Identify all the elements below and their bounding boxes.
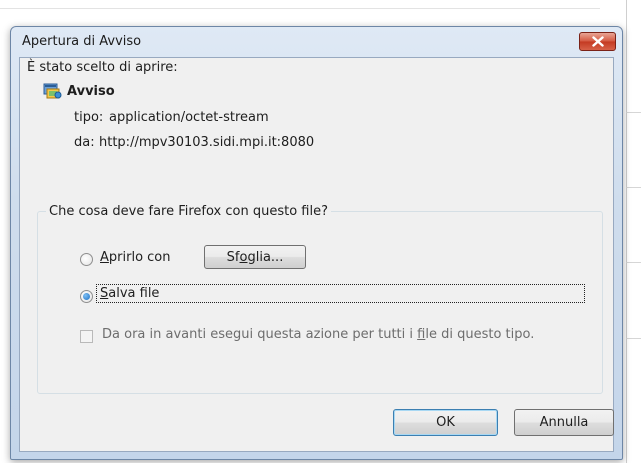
focus-rectangle [96, 284, 585, 303]
remember-choice-label[interactable]: Da ora in avanti esegui questa azione pe… [102, 327, 534, 342]
intro-text: È stato scelto di aprire: [27, 60, 178, 75]
background-rule [0, 8, 600, 9]
close-icon [591, 36, 604, 47]
ok-button[interactable]: OK [393, 409, 498, 436]
radio-selected-dot [83, 293, 90, 300]
title-bar[interactable]: Apertura di Avviso [11, 27, 622, 57]
background-divider [626, 0, 627, 463]
close-button[interactable] [579, 32, 616, 51]
background-rule [626, 187, 641, 188]
background-rule [626, 262, 641, 263]
browse-button[interactable]: Sf o glia... [204, 245, 306, 269]
open-with-radio[interactable] [80, 253, 93, 266]
dialog-title: Apertura di Avviso [22, 34, 142, 49]
remember-choice-checkbox[interactable] [80, 330, 93, 343]
file-type-value: application/octet-stream [109, 110, 269, 125]
save-file-radio[interactable] [80, 290, 93, 303]
application-icon [43, 83, 62, 99]
open-with-label[interactable]: Aprirlo con [100, 250, 171, 265]
background-rule [626, 338, 641, 339]
save-file-label[interactable]: Salva file [100, 286, 159, 301]
file-source-label: da: [74, 135, 95, 150]
file-name: Avviso [67, 84, 115, 99]
action-group-legend: Che cosa deve fare Firefox con questo fi… [46, 204, 331, 219]
cancel-button[interactable]: Annulla [514, 409, 614, 436]
background-rule [626, 112, 641, 113]
file-source-value: http://mpv30103.sidi.mpi.it:8080 [99, 135, 315, 150]
file-type-label: tipo: [74, 110, 104, 125]
